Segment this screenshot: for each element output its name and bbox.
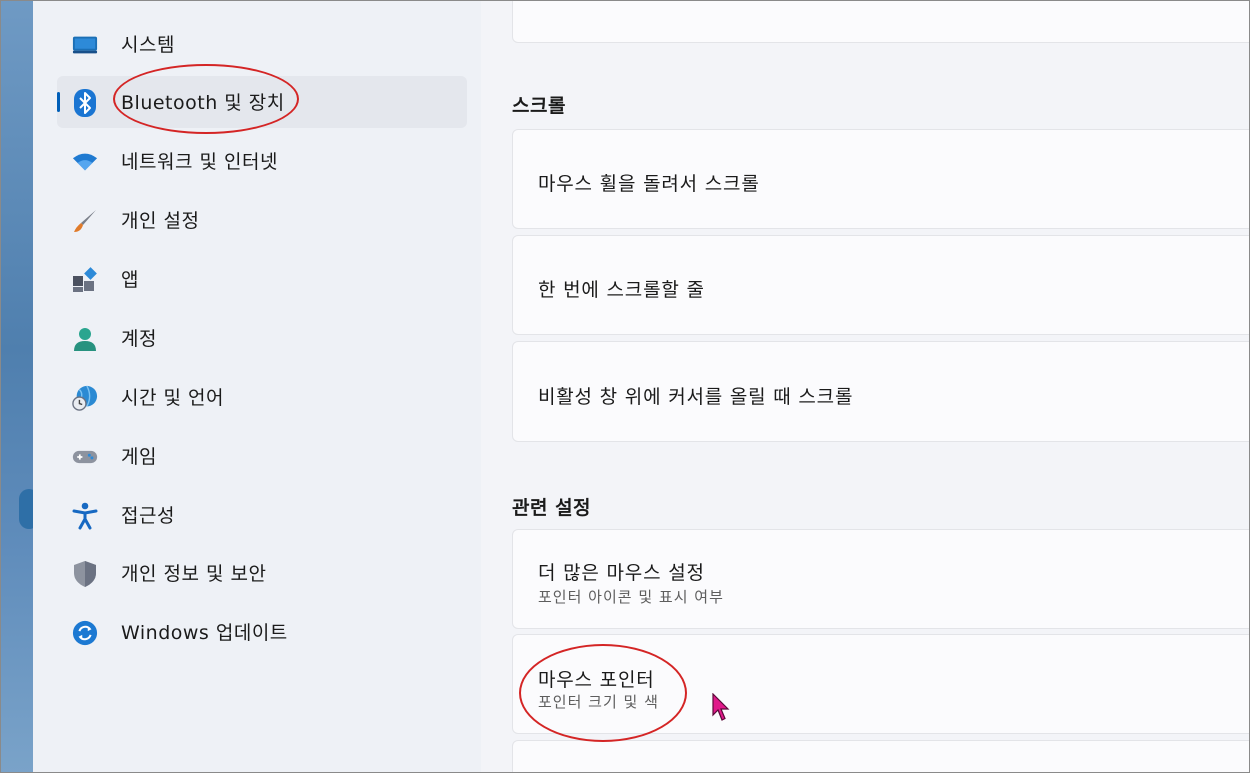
setting-more-mouse-settings[interactable]: 더 많은 마우스 설정 포인터 아이콘 및 표시 여부: [512, 529, 1249, 629]
apps-icon: [72, 267, 98, 293]
active-indicator: [57, 92, 60, 112]
settings-card-partial[interactable]: [512, 1, 1249, 43]
sidebar-item-bluetooth[interactable]: Bluetooth 및 장치: [57, 76, 467, 128]
monitor-icon: [72, 32, 98, 58]
main-content: 스크롤 마우스 휠을 돌려서 스크롤 한 번에 스크롤할 줄 비활성 창 위에 …: [481, 1, 1249, 772]
sidebar-item-label: 계정: [121, 328, 157, 350]
sidebar-item-label: 시간 및 언어: [121, 387, 224, 409]
desktop-background-strip: [1, 1, 39, 772]
section-header-related: 관련 설정: [512, 497, 592, 519]
setting-title: 한 번에 스크롤할 줄: [538, 279, 705, 301]
setting-scroll-inactive-windows[interactable]: 비활성 창 위에 커서를 올릴 때 스크롤: [512, 341, 1249, 442]
sidebar-item-label: 앱: [121, 269, 139, 291]
settings-window: 시스템 Bluetooth 및 장치 네트워크 및 인터넷 개인 설정 앱 계정…: [0, 0, 1250, 773]
sidebar-item-accessibility[interactable]: 접근성: [57, 489, 467, 541]
sidebar-item-privacy-security[interactable]: 개인 정보 및 보안: [57, 547, 467, 599]
sidebar-item-label: 개인 정보 및 보안: [121, 563, 267, 585]
setting-scroll-wheel[interactable]: 마우스 휠을 돌려서 스크롤: [512, 129, 1249, 229]
gamepad-icon: [72, 444, 98, 470]
sidebar-item-label: 네트워크 및 인터넷: [121, 151, 278, 173]
sidebar-item-apps[interactable]: 앱: [57, 253, 467, 305]
globe-clock-icon: [72, 385, 98, 411]
setting-subtitle: 포인터 아이콘 및 표시 여부: [538, 588, 724, 606]
sidebar-item-label: Windows 업데이트: [121, 622, 288, 644]
setting-mouse-pointer[interactable]: 마우스 포인터 포인터 크기 및 색: [512, 634, 1249, 734]
sidebar-item-label: Bluetooth 및 장치: [121, 92, 285, 114]
sidebar-item-windows-update[interactable]: Windows 업데이트: [57, 606, 467, 658]
sidebar-item-time-language[interactable]: 시간 및 언어: [57, 371, 467, 423]
paintbrush-icon: [72, 208, 98, 234]
sidebar-item-network[interactable]: 네트워크 및 인터넷: [57, 135, 467, 187]
sidebar-item-label: 게임: [121, 446, 157, 468]
person-icon: [72, 326, 98, 352]
accessibility-icon: [72, 502, 98, 530]
sidebar-item-system[interactable]: 시스템: [57, 18, 467, 70]
settings-card-partial[interactable]: [512, 740, 1249, 772]
bluetooth-icon: [72, 89, 98, 117]
sidebar: 시스템 Bluetooth 및 장치 네트워크 및 인터넷 개인 설정 앱 계정…: [33, 1, 481, 772]
sidebar-item-personalization[interactable]: 개인 설정: [57, 194, 467, 246]
sidebar-item-accounts[interactable]: 계정: [57, 312, 467, 364]
setting-title: 마우스 휠을 돌려서 스크롤: [538, 173, 760, 195]
setting-title: 비활성 창 위에 커서를 올릴 때 스크롤: [538, 386, 854, 408]
sidebar-item-label: 개인 설정: [121, 210, 200, 232]
wifi-icon: [72, 149, 98, 175]
sidebar-item-label: 접근성: [121, 505, 175, 527]
setting-lines-per-scroll[interactable]: 한 번에 스크롤할 줄: [512, 235, 1249, 335]
setting-title: 마우스 포인터: [538, 669, 655, 691]
setting-title: 더 많은 마우스 설정: [538, 562, 705, 584]
sidebar-item-label: 시스템: [121, 34, 175, 56]
sidebar-item-gaming[interactable]: 게임: [57, 430, 467, 482]
shield-icon: [72, 561, 98, 587]
update-icon: [72, 620, 98, 646]
setting-subtitle: 포인터 크기 및 색: [538, 693, 659, 711]
mouse-cursor-icon: [712, 693, 730, 721]
section-header-scroll: 스크롤: [512, 95, 566, 117]
